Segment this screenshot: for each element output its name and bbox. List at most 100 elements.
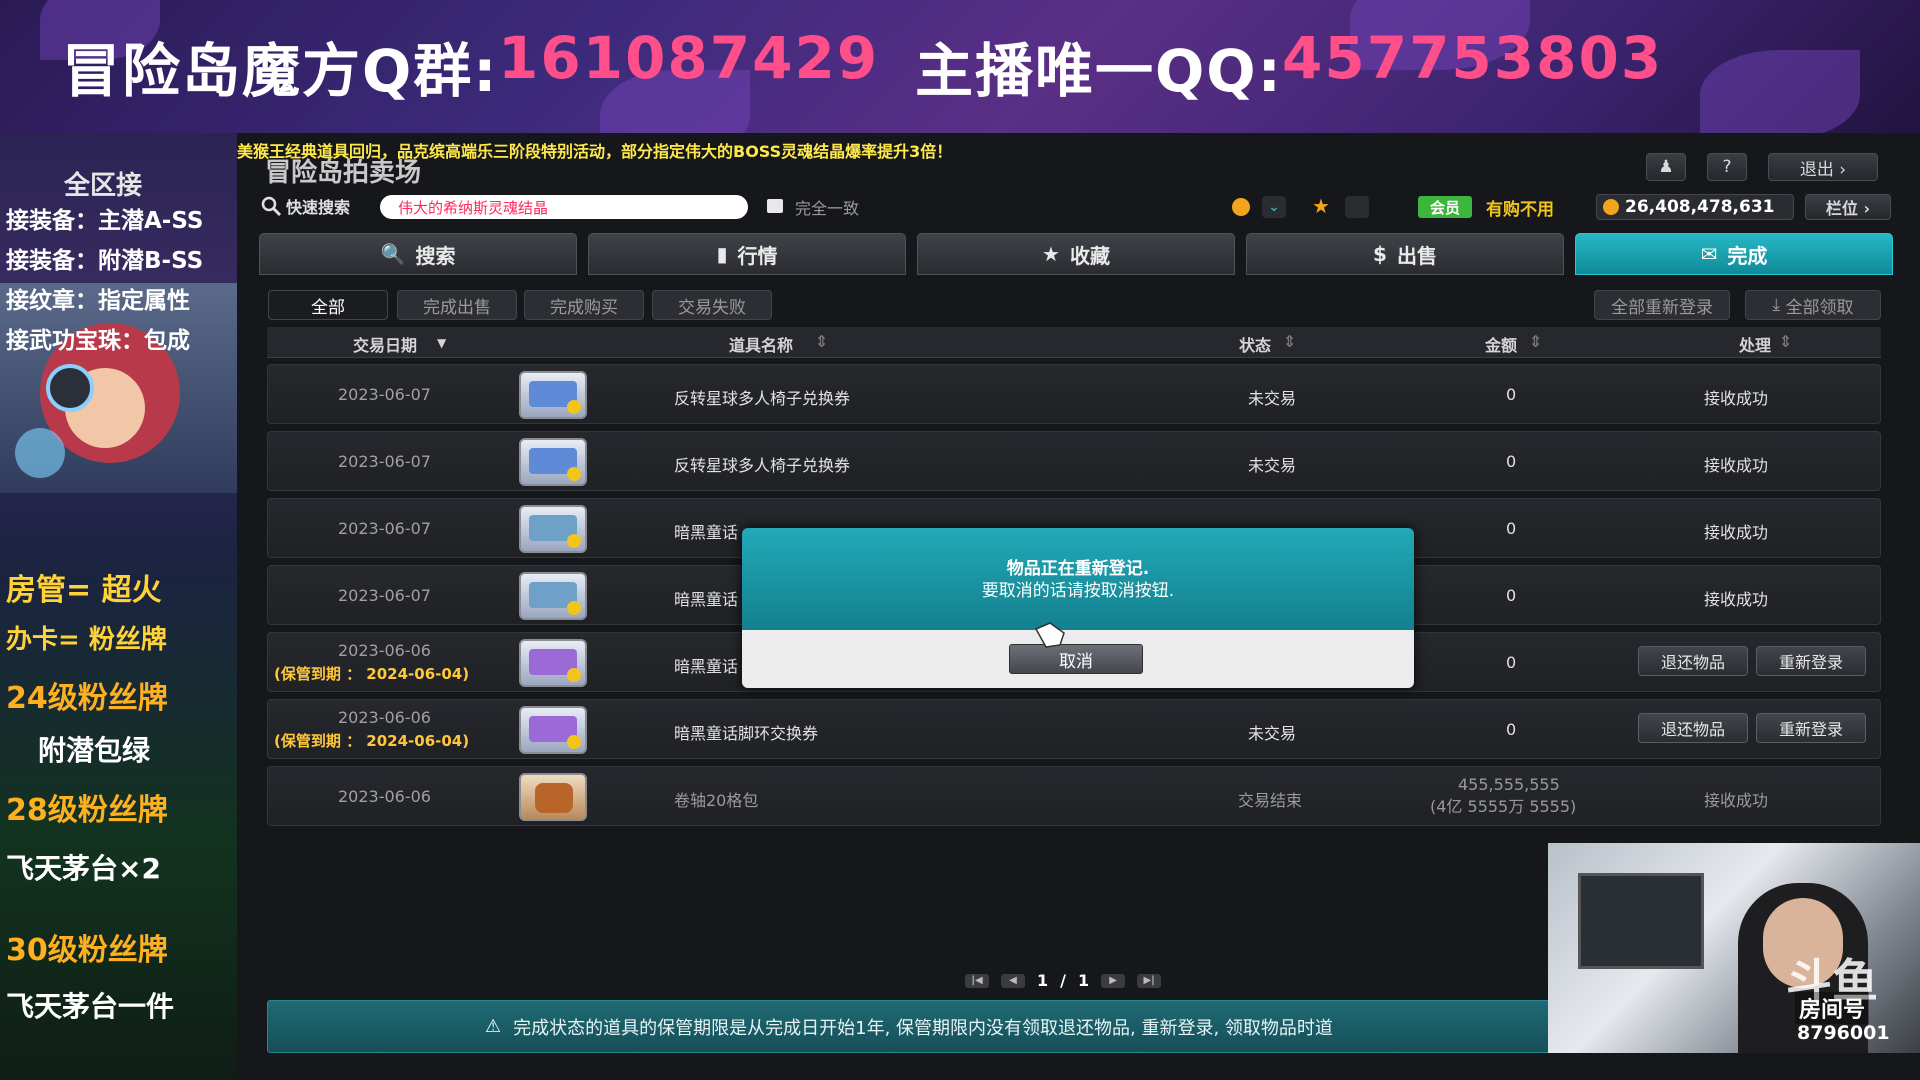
left-line-0: 全区接: [64, 171, 143, 201]
warning-icon: ⚠: [485, 1016, 502, 1037]
row-item-name: 反转星球多人椅子兑换券: [674, 456, 851, 475]
watermark-room-label: 房间号: [1795, 992, 1870, 1024]
row-action: 接收成功: [1704, 523, 1769, 542]
star-icon: ★: [1312, 194, 1330, 218]
host-qq-number: 457753803: [1282, 24, 1664, 92]
user-button[interactable]: ♟: [1646, 153, 1686, 181]
chair-ticket-icon: [519, 371, 587, 419]
reregister-all-button[interactable]: 全部重新登录: [1594, 290, 1730, 320]
row-amount: 0: [1506, 653, 1517, 672]
chevron-down-icon[interactable]: ⌄: [1262, 196, 1286, 218]
sort-icon[interactable]: ⇕: [1283, 332, 1296, 351]
meso-balance-value: 26,408,478,631: [1625, 197, 1775, 217]
page-current: 1: [1037, 971, 1049, 990]
pagination: |◀ ◀ 1 / 1 ▶ ▶|: [965, 971, 1162, 990]
table-row[interactable]: 2023-06-07 反转星球多人椅子兑换券 未交易 0 接收成功: [267, 364, 1881, 424]
row-amount: 455,555,555: [1458, 775, 1560, 794]
page-title: 冒险岛拍卖场: [265, 158, 422, 188]
header-item[interactable]: 道具名称: [729, 332, 793, 356]
subtab-all[interactable]: 全部: [268, 290, 388, 320]
row-item-name: 卷轴20格包: [674, 791, 759, 810]
reregister-dialog: 物品正在重新登记. 要取消的话请按取消按钮. 取消: [742, 528, 1414, 688]
claim-all-button[interactable]: ⤓ 全部领取: [1745, 290, 1881, 320]
row-item-name: 暗黑童话: [674, 657, 739, 676]
subtab-failed[interactable]: 交易失败: [652, 290, 772, 320]
left-line-4: 接武功宝珠：包成: [6, 328, 190, 354]
exit-button[interactable]: 退出 ›: [1768, 153, 1878, 181]
row-amount-detail: (4亿 5555万 5555): [1430, 797, 1577, 816]
left-line-2: 接装备：附潜B-SS: [6, 248, 204, 274]
first-page-button[interactable]: |◀: [965, 973, 989, 988]
left-line-1: 接装备：主潜A-SS: [6, 208, 204, 234]
header-status[interactable]: 状态: [1239, 332, 1271, 356]
left-line-6: 办卡= 粉丝牌: [6, 625, 167, 655]
exact-match-label: 完全一致: [795, 199, 860, 218]
header-action: 处理: [1739, 336, 1772, 355]
prev-page-button[interactable]: ◀: [1001, 973, 1025, 988]
dark-fairytale-ticket-icon: [519, 505, 587, 553]
sort-down-icon[interactable]: ▼: [437, 336, 446, 350]
tab-search-label: 搜索: [415, 243, 456, 268]
dark-fairytale-ticket-icon: [519, 572, 587, 620]
search-bar: 快速搜索: [260, 192, 350, 220]
exact-match-checkbox[interactable]: [767, 199, 783, 213]
tab-complete[interactable]: ✉ 完成: [1575, 233, 1893, 275]
quick-search-label: 快速搜索: [286, 198, 351, 217]
header-amount[interactable]: 金额: [1485, 332, 1517, 356]
watermark-room-number: 8796001: [1797, 1022, 1890, 1044]
left-line-10: 飞天茅台×2: [6, 852, 161, 885]
left-line-3: 接纹章：指定属性: [6, 288, 190, 314]
sort-icon[interactable]: ⇕: [1529, 332, 1542, 351]
tab-sell[interactable]: $ 出售: [1246, 233, 1564, 275]
sort-icon[interactable]: ⇕: [815, 332, 828, 351]
download-icon: ⤓: [1772, 295, 1786, 315]
leaf-decoration: [1700, 50, 1860, 133]
page-separator: /: [1060, 971, 1066, 990]
star-filter-toggle[interactable]: [1345, 196, 1369, 218]
hand-cursor-icon: [1034, 622, 1065, 648]
qq-group-number: 161087429: [498, 24, 880, 92]
row-status: 未交易: [1248, 456, 1297, 475]
table-header: 交易日期 ▼ 道具名称 ⇕ 状态 ⇕ 金额 ⇕ 处理 ⇕: [267, 327, 1881, 358]
row-item-name: 暗黑童话脚环交换券: [674, 724, 819, 743]
header-date[interactable]: 交易日期: [353, 332, 417, 356]
row-action: 接收成功: [1704, 389, 1769, 408]
row-date: 2023-06-07: [338, 586, 431, 605]
anklet-ticket-icon: [519, 706, 587, 754]
row-amount: 0: [1506, 720, 1517, 739]
last-page-button[interactable]: ▶|: [1137, 973, 1162, 988]
dollar-icon: $: [1373, 242, 1387, 266]
table-row[interactable]: 2023-06-06 (保管到期 ： 2024-06-04) 暗黑童话脚环交换券…: [267, 699, 1881, 759]
qq-group-label: 冒险岛魔方Q群:: [62, 37, 499, 105]
search-input[interactable]: [380, 195, 748, 219]
help-icon: ?: [1722, 157, 1732, 177]
tab-market[interactable]: ▮ 行情: [588, 233, 906, 275]
tab-favorites[interactable]: ★ 收藏: [917, 233, 1235, 275]
help-button[interactable]: ?: [1707, 153, 1747, 181]
return-item-button[interactable]: 退还物品: [1638, 713, 1748, 743]
sort-icon[interactable]: ⇕: [1779, 332, 1792, 351]
row-status: 未交易: [1248, 389, 1297, 408]
table-row[interactable]: 2023-06-06 卷轴20格包 交易结束 455,555,555 (4亿 5…: [267, 766, 1881, 826]
slot-button[interactable]: 栏位 ›: [1805, 194, 1891, 220]
dark-fairytale-ticket-icon: [519, 639, 587, 687]
row-date: 2023-06-07: [338, 452, 431, 471]
table-row[interactable]: 2023-06-07 反转星球多人椅子兑换券 未交易 0 接收成功: [267, 431, 1881, 491]
subtab-bought[interactable]: 完成购买: [524, 290, 644, 320]
row-action: 接收成功: [1704, 456, 1769, 475]
next-page-button[interactable]: ▶: [1101, 973, 1126, 988]
star-icon: ★: [1042, 242, 1060, 266]
row-date: 2023-06-06: [338, 641, 431, 660]
relist-button[interactable]: 重新登录: [1756, 713, 1866, 743]
dialog-line-1: 物品正在重新登记.: [1006, 559, 1150, 579]
row-expiry-note: (保管到期 ： 2024-06-04): [274, 732, 470, 750]
row-date: 2023-06-07: [338, 385, 431, 404]
row-expiry-note: (保管到期 ： 2024-06-04): [274, 665, 470, 683]
tab-search[interactable]: 🔍 搜索: [259, 233, 577, 275]
row-item-name: 暗黑童话: [674, 590, 739, 609]
relist-button[interactable]: 重新登录: [1756, 646, 1866, 676]
subtab-sold[interactable]: 完成出售: [397, 290, 517, 320]
dialog-message: 物品正在重新登记. 要取消的话请按取消按钮.: [742, 528, 1414, 630]
return-item-button[interactable]: 退还物品: [1638, 646, 1748, 676]
search-icon: [261, 196, 282, 217]
